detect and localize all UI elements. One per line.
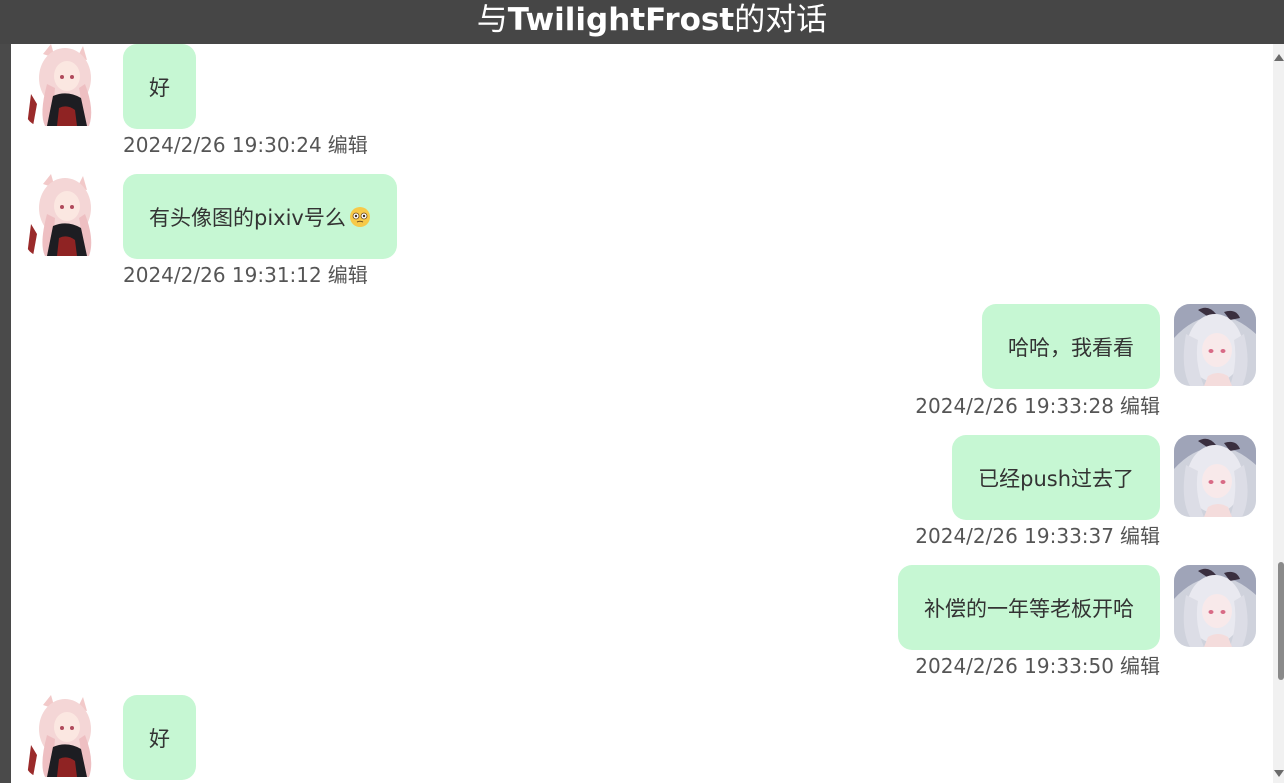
- scroll-up-arrow-icon[interactable]: [1274, 54, 1284, 61]
- message-text: 哈哈，我看看: [1008, 335, 1134, 360]
- message-timestamp: 2024/2/26 19:31:12: [123, 263, 322, 287]
- message-text: 好: [149, 726, 170, 751]
- edit-link[interactable]: 编辑: [328, 263, 368, 287]
- message-meta: 2024/2/26 19:33:28 编辑: [915, 394, 1160, 418]
- silver-hair-girl-avatar[interactable]: [1174, 304, 1256, 386]
- chat-title: 与TwilightFrost的对话: [476, 1, 828, 38]
- message-meta: 2024/2/26 19:31:12 编辑: [123, 263, 368, 287]
- message-bubble[interactable]: 哈哈，我看看: [982, 304, 1160, 389]
- pink-hair-girl-avatar[interactable]: [25, 174, 107, 256]
- pink-hair-girl-avatar[interactable]: [25, 44, 107, 126]
- message-bubble[interactable]: 好: [123, 695, 196, 780]
- pink-hair-girl-avatar[interactable]: [25, 695, 107, 777]
- flushed-face-emoji: [349, 206, 370, 227]
- message-meta: 2024/2/26 19:30:24 编辑: [123, 133, 368, 157]
- message-meta: 2024/2/26 19:33:50 编辑: [915, 654, 1160, 678]
- scroll-down-arrow-icon[interactable]: [1274, 770, 1284, 777]
- message-timestamp: 2024/2/26 19:33:28: [915, 394, 1114, 418]
- message-timestamp: 2024/2/26 19:33:50: [915, 654, 1114, 678]
- edit-link[interactable]: 编辑: [328, 133, 368, 157]
- message-timestamp: 2024/2/26 19:30:24: [123, 133, 322, 157]
- message-bubble[interactable]: 补偿的一年等老板开哈: [898, 565, 1160, 650]
- message-timestamp: 2024/2/26 19:33:37: [915, 524, 1114, 548]
- edit-link[interactable]: 编辑: [1120, 654, 1160, 678]
- edit-link[interactable]: 编辑: [1120, 524, 1160, 548]
- message-text: 有头像图的pixiv号么: [149, 205, 346, 230]
- message-meta: 2024/2/26 19:33:37 编辑: [915, 524, 1160, 548]
- chat-header: 与TwilightFrost的对话: [0, 0, 1284, 44]
- message-bubble[interactable]: 好: [123, 44, 196, 129]
- silver-hair-girl-avatar[interactable]: [1174, 565, 1256, 647]
- message-text: 补偿的一年等老板开哈: [924, 596, 1134, 621]
- vertical-scrollbar[interactable]: [1273, 44, 1284, 783]
- message-bubble[interactable]: 已经push过去了: [952, 435, 1160, 520]
- silver-hair-girl-avatar[interactable]: [1174, 435, 1256, 517]
- message-text: 好: [149, 75, 170, 100]
- message-list[interactable]: 好 2024/2/26 19:30:24 编辑 有头像图的pixiv号么 202…: [11, 44, 1273, 783]
- edit-link[interactable]: 编辑: [1120, 394, 1160, 418]
- scroll-thumb[interactable]: [1278, 562, 1284, 680]
- message-text: 已经push过去了: [978, 466, 1134, 491]
- message-bubble[interactable]: 有头像图的pixiv号么: [123, 174, 397, 259]
